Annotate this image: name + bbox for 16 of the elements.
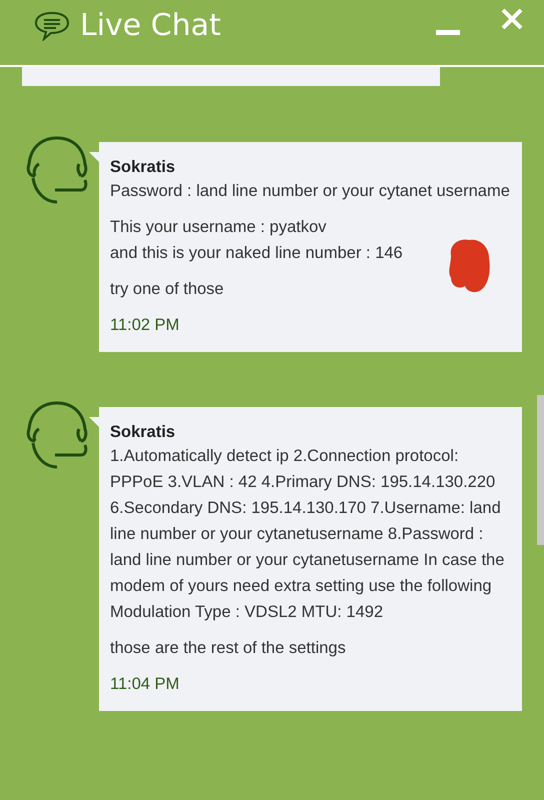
headset-icon	[25, 401, 89, 471]
window-title: Live Chat	[80, 8, 221, 43]
sender-name: Sokratis	[110, 157, 176, 178]
chat-bubble-icon	[34, 10, 70, 40]
message-text: This your username : pyatkov and this is your naked line number : 146	[110, 217, 404, 264]
message-text: those are the rest of the settings	[110, 638, 347, 659]
minimize-icon[interactable]	[436, 30, 460, 36]
message-time: 11:04 PM	[110, 674, 180, 695]
scrollbar[interactable]	[537, 395, 544, 545]
message-time: 11:02 PM	[110, 315, 180, 336]
message-text: 1.Automatically detect ip 2.Connection protocol: PPPoE 3.VLAN : 42 4.Primary DNS: 195.14.130.220 6.Secondary DNS: 195.14.130.170 7.Username: land line number or your cytanetusername 8.Password : land line number or your cytanetusername In case the modem of yours need extra setting use the following Modulation Type : VDSL2 MTU: 1492	[110, 446, 506, 623]
headset-icon	[25, 136, 89, 206]
message-text: Password : land line number or your cytanet username	[110, 181, 511, 202]
message-text: try one of those	[110, 279, 225, 300]
close-icon[interactable]	[500, 6, 524, 30]
sender-name: Sokratis	[110, 422, 176, 443]
